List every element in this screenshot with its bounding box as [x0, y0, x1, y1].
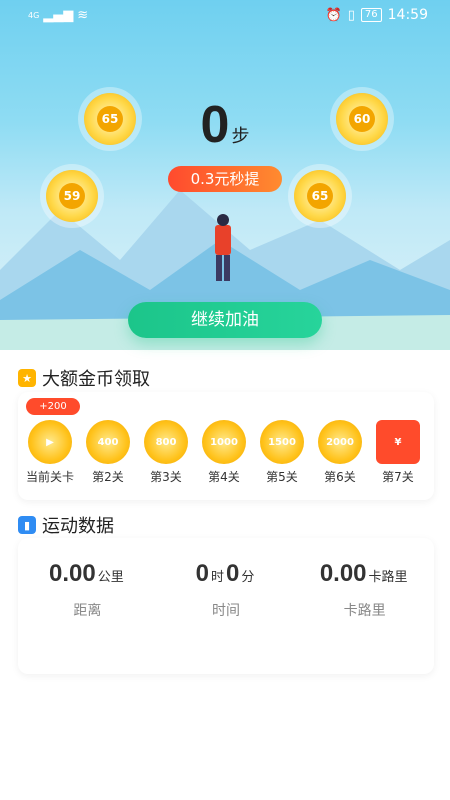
hero-banner: 4G ▂▄▆ ≋ ⏰ ▯ 76 14:59 65 60 59 65 0步 0.3… — [0, 0, 450, 350]
coin-icon: 1500 — [260, 420, 304, 464]
coin-bubble[interactable]: 59 — [46, 170, 98, 222]
distance-stat: 0.00 公里 距离 — [48, 560, 124, 619]
level-item[interactable]: 1500 第5关 — [256, 420, 308, 485]
step-count: 0 — [200, 96, 230, 154]
bonus-badge: +200 — [26, 398, 80, 415]
vibrate-icon: ▯ — [347, 7, 355, 23]
step-counter: 0步 — [0, 95, 450, 155]
alarm-icon: ⏰ — [325, 7, 342, 23]
wifi-icon: ≋ — [77, 8, 89, 23]
signal-icon: ▂▄▆ — [43, 8, 74, 23]
chart-icon: ▮ — [18, 516, 36, 534]
continue-button[interactable]: 继续加油 — [128, 302, 322, 338]
star-icon: ★ — [18, 369, 36, 387]
sport-stats: 0.00 公里 距离 0 时0 分 时间 0.00 卡路里 卡路里 — [18, 560, 434, 620]
step-unit: 步 — [231, 126, 250, 147]
bonus-title: 大额金币领取 — [42, 369, 150, 390]
time-stat: 0 时0 分 时间 — [195, 560, 255, 619]
calorie-stat: 0.00 卡路里 卡路里 — [319, 560, 408, 619]
battery-indicator: 76 — [360, 8, 382, 22]
sport-title: 运动数据 — [42, 516, 114, 537]
level-item[interactable]: 1000 第4关 — [198, 420, 250, 485]
play-coin-icon: ▶ — [28, 420, 72, 464]
coin-icon: 2000 — [318, 420, 362, 464]
coin-icon: 400 — [86, 420, 130, 464]
level-item[interactable]: ¥ 第7关 — [372, 420, 424, 485]
bonus-levels: ▶ 当前关卡 400 第2关 800 第3关 1000 第4关 1500 第5关 2000… — [24, 420, 424, 485]
coin-icon: 1000 — [202, 420, 246, 464]
level-item[interactable]: ▶ 当前关卡 — [24, 420, 76, 485]
level-item[interactable]: 400 第2关 — [82, 420, 134, 485]
bonus-section-title: ★ 大额金币领取 — [18, 365, 150, 391]
level-item[interactable]: 800 第3关 — [140, 420, 192, 485]
sport-section-title: ▮ 运动数据 — [18, 512, 114, 538]
clock: 14:59 — [387, 7, 428, 23]
network-label: 4G — [28, 11, 40, 20]
status-bar: 4G ▂▄▆ ≋ ⏰ ▯ 76 14:59 — [0, 0, 450, 30]
level-item[interactable]: 2000 第6关 — [314, 420, 366, 485]
coin-icon: 800 — [144, 420, 188, 464]
red-envelope-icon: ¥ — [376, 420, 420, 464]
withdraw-button[interactable]: 0.3元秒提 — [168, 166, 282, 192]
coin-bubble[interactable]: 65 — [294, 170, 346, 222]
